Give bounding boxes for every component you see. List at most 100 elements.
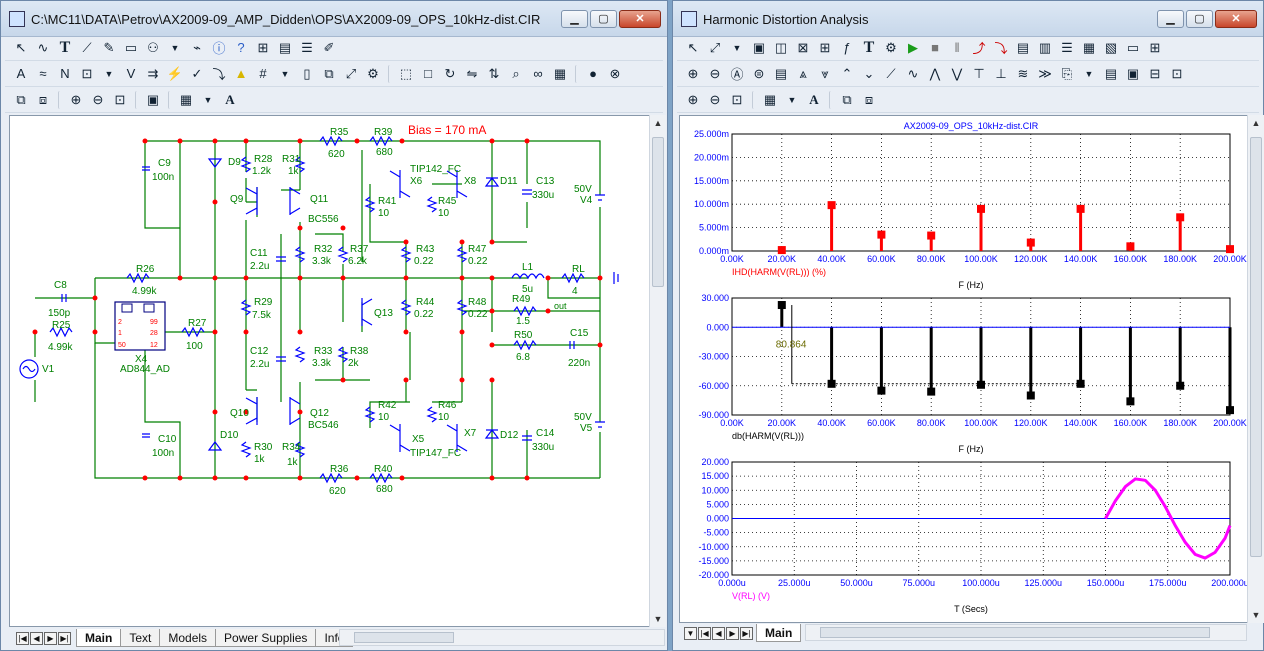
binoculars-icon[interactable]: ∞ [528,64,548,84]
first-tab-icon[interactable]: |◀ [16,631,29,645]
window-icon[interactable]: ▭ [1123,38,1143,58]
component-bus-icon[interactable]: ▭ [121,38,141,58]
grid-snap-icon[interactable]: ⊡ [77,64,97,84]
grid-icon[interactable]: ⊞ [1145,38,1165,58]
align-2-icon[interactable]: ⊡ [1167,64,1187,84]
global-high-icon[interactable]: ⋀ [925,64,945,84]
text-mode-icon[interactable]: T [55,38,75,58]
tab-main[interactable]: Main [76,629,122,647]
analysis-hscroll[interactable] [805,624,1247,641]
clipboard-icon[interactable]: ⎘ [1057,64,1077,84]
step-icon[interactable]: ⤴ [969,38,989,58]
copy-page-icon[interactable]: ⧉ [319,64,339,84]
components-icon[interactable]: ⊞ [253,38,273,58]
maximize-button[interactable]: ▢ [590,10,617,28]
analysis-prev-tab-icon[interactable]: ◀ [712,626,725,640]
tab-text[interactable]: Text [120,629,161,647]
fill-icon[interactable]: ≋ [1013,64,1033,84]
help-icon[interactable]: ? [231,38,251,58]
grid-icon[interactable]: # [253,64,273,84]
analysis-scroll-up-icon[interactable]: ▲ [1248,115,1264,131]
mirror-icon[interactable]: ⇋ [462,64,482,84]
zoom-out-icon[interactable]: ⊖ [88,90,108,110]
dropdown-icon[interactable]: ▼ [727,38,747,58]
select-mode-icon[interactable]: ↖ [683,38,703,58]
wire-mode-icon[interactable]: ∿ [33,38,53,58]
valley-icon[interactable]: ⩔ [815,64,835,84]
auto-scale-icon[interactable]: Ⓐ [727,64,747,84]
analysis-minimize-button[interactable]: ▁ [1157,10,1184,28]
zoom-area-icon[interactable]: ⊡ [727,90,747,110]
check-icon[interactable]: ✓ [187,64,207,84]
table-icon[interactable]: ▥ [1035,38,1055,58]
list-icon[interactable]: ☰ [297,38,317,58]
analysis-vscroll[interactable]: ▲ ▼ [1247,115,1264,623]
dropdown-icon-4[interactable]: ▼ [198,90,218,110]
low-icon[interactable]: ⌄ [859,64,879,84]
schematic-vscroll-thumb[interactable] [652,137,664,287]
legend-icon[interactable]: ▦ [1079,38,1099,58]
restore-icon[interactable]: ⊜ [749,64,769,84]
analysis-window[interactable]: Harmonic Distortion Analysis ▁ ▢ ✕ ↖ ⤢ ▼… [672,0,1264,651]
analysis-titlebar[interactable]: Harmonic Distortion Analysis ▁ ▢ ✕ [673,1,1263,37]
voltage-icon[interactable]: V [121,64,141,84]
high-icon[interactable]: ⌃ [837,64,857,84]
scroll-down-icon[interactable]: ▼ [650,611,666,627]
properties-icon[interactable]: ▤ [275,38,295,58]
current-icon[interactable]: ⇉ [143,64,163,84]
edit-icon[interactable]: ✐ [319,38,339,58]
scale-icon[interactable]: ⤢ [705,38,725,58]
schematic-hscroll-thumb[interactable] [354,632,454,643]
analysis-tab-main[interactable]: Main [756,624,802,642]
list-icon[interactable]: ☰ [1057,38,1077,58]
warning-icon[interactable]: ▲ [231,64,251,84]
prev-tab-icon[interactable]: ◀ [30,631,43,645]
scroll-up-icon[interactable]: ▲ [650,115,666,131]
select-box-icon[interactable]: ⬚ [396,64,416,84]
power-icon[interactable]: ⚡ [165,64,185,84]
font-icon[interactable]: A [220,90,240,110]
rotate-icon[interactable]: ↻ [440,64,460,84]
info-tool-icon[interactable]: ⚇ [143,38,163,58]
next-icon[interactable]: ≫ [1035,64,1055,84]
global-low-icon[interactable]: ⋁ [947,64,967,84]
analysis-scroll-down-icon[interactable]: ▼ [1248,607,1264,623]
draw-tool-icon[interactable]: ✎ [99,38,119,58]
minimize-button[interactable]: ▁ [561,10,588,28]
graph-y-icon[interactable]: ⊞ [815,38,835,58]
ungroup-icon[interactable]: ⧈ [33,90,53,110]
analysis-last-tab-icon[interactable]: ▶| [740,626,753,640]
graph-x-icon[interactable]: ⊠ [793,38,813,58]
analysis-maximize-button[interactable]: ▢ [1186,10,1213,28]
plot-icon[interactable]: ▤ [1013,38,1033,58]
zoom-in-icon[interactable]: ⊕ [66,90,86,110]
node-numbers-icon[interactable]: N [55,64,75,84]
top-icon[interactable]: ⊤ [969,64,989,84]
flip-icon[interactable]: ⇅ [484,64,504,84]
bottom-icon[interactable]: ⊥ [991,64,1011,84]
cancel-icon[interactable]: ⊗ [605,64,625,84]
group-icon[interactable]: ⧉ [837,90,857,110]
dropdown-icon[interactable]: ▼ [165,38,185,58]
zoom-out-2-icon[interactable]: ⊖ [705,90,725,110]
analysis-hscroll-thumb[interactable] [820,627,1210,638]
dropdown-icon-3[interactable]: ▼ [275,64,295,84]
properties-icon[interactable]: ⚙ [881,38,901,58]
pin-connect-icon[interactable]: ⌁ [187,38,207,58]
select-mode-icon[interactable]: ↖ [11,38,31,58]
text-mode-icon[interactable]: T [859,38,879,58]
graph-fit-icon[interactable]: ◫ [771,38,791,58]
close-button[interactable]: ✕ [619,10,661,28]
tab-models[interactable]: Models [159,629,217,647]
schematic-titlebar[interactable]: C:\MC11\DATA\Petrov\AX2009-09_AMP_Didden… [1,1,667,37]
zoom-out-icon[interactable]: ⊖ [705,64,725,84]
align-icon[interactable]: ⊟ [1145,64,1165,84]
dropdown-icon-2[interactable]: ▼ [1079,64,1099,84]
save-icon[interactable]: ▣ [1123,64,1143,84]
tile-2-icon[interactable]: ▦ [760,90,780,110]
analysis-vscroll-thumb[interactable] [1250,137,1262,557]
graph-box-icon[interactable]: ▣ [749,38,769,58]
notes-icon[interactable]: ▤ [771,64,791,84]
line-tool-icon[interactable]: ⟋ [77,38,97,58]
settings-icon[interactable]: ⚙ [363,64,383,84]
